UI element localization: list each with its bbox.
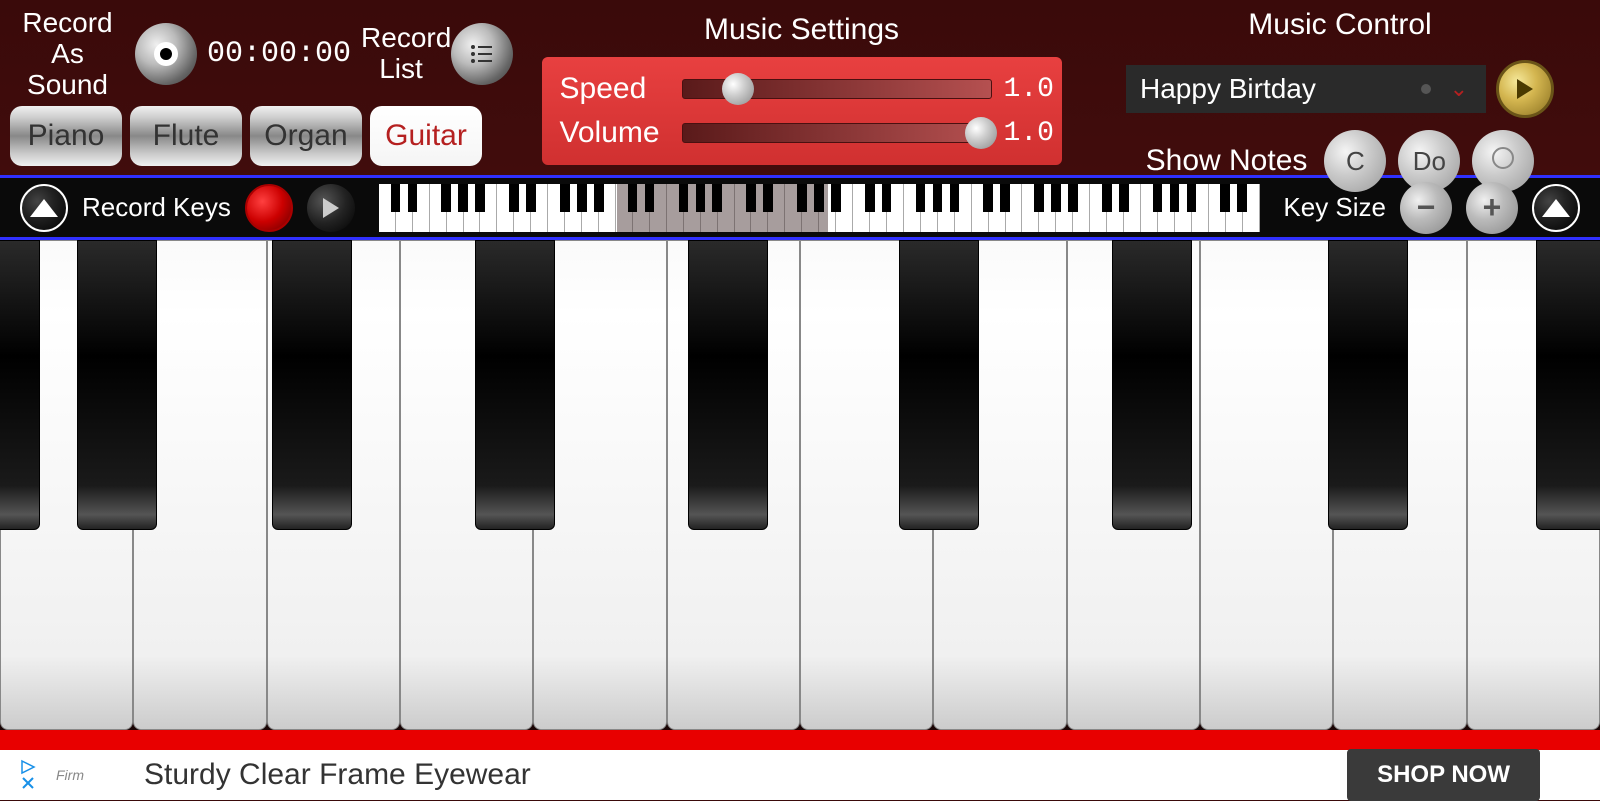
instrument-flute[interactable]: Flute <box>130 106 242 166</box>
speed-slider[interactable] <box>682 79 992 99</box>
black-key[interactable] <box>272 240 352 530</box>
key-size-minus-button[interactable]: − <box>1400 182 1452 234</box>
scroll-right-button[interactable] <box>1532 184 1580 232</box>
ad-play-icon <box>20 759 36 775</box>
ad-logo: Firm <box>56 767 84 783</box>
play-icon <box>1517 79 1533 99</box>
arrow-up-icon <box>1542 199 1570 217</box>
music-control-row: Happy Birtday ⌄ <box>1126 60 1554 118</box>
key-size-plus-button[interactable]: + <box>1466 182 1518 234</box>
left-controls: Record As Sound 00:00:00 Record List Pia… <box>10 8 513 167</box>
record-row: Record As Sound 00:00:00 Record List <box>10 8 513 100</box>
black-key[interactable] <box>77 240 157 530</box>
record-dot-icon <box>153 41 179 67</box>
black-key[interactable] <box>1112 240 1192 530</box>
music-control-panel: Music Control Happy Birtday ⌄ Show Notes… <box>1090 8 1590 167</box>
play-icon <box>323 198 339 218</box>
ad-text[interactable]: Sturdy Clear Frame Eyewear <box>144 758 1347 792</box>
shop-now-button[interactable]: SHOP NOW <box>1347 749 1540 801</box>
speed-slider-row: Speed 1.0 <box>560 67 1044 111</box>
music-control-title: Music Control <box>1248 8 1431 42</box>
song-dropdown[interactable]: Happy Birtday ⌄ <box>1126 65 1486 113</box>
volume-value: 1.0 <box>1004 118 1044 149</box>
black-key[interactable] <box>0 240 40 530</box>
record-sound-label: Record As Sound <box>10 8 125 100</box>
black-key[interactable] <box>475 240 555 530</box>
record-list-button[interactable] <box>451 23 513 85</box>
black-key[interactable] <box>1536 240 1600 530</box>
song-name: Happy Birtday <box>1140 73 1316 105</box>
ad-choices[interactable] <box>20 759 36 791</box>
scroll-left-button[interactable] <box>20 184 68 232</box>
volume-thumb[interactable] <box>965 117 997 149</box>
main-keyboard <box>0 240 1600 730</box>
ad-banner: Firm Sturdy Clear Frame Eyewear SHOP NOW <box>0 730 1600 800</box>
volume-label: Volume <box>560 116 670 150</box>
top-toolbar: Record As Sound 00:00:00 Record List Pia… <box>0 0 1600 175</box>
instrument-row: Piano Flute Organ Guitar <box>10 106 513 166</box>
arrow-up-icon <box>30 199 58 217</box>
key-size-label: Key Size <box>1283 192 1386 223</box>
record-list-label: Record List <box>361 23 441 85</box>
ad-close-icon[interactable] <box>20 775 36 791</box>
speed-value: 1.0 <box>1004 74 1044 105</box>
speed-label: Speed <box>560 72 670 106</box>
instrument-guitar[interactable]: Guitar <box>370 106 482 166</box>
black-key[interactable] <box>688 240 768 530</box>
chevron-down-icon: ⌄ <box>1450 76 1468 102</box>
song-status-dot-icon <box>1421 84 1431 94</box>
record-keys-button[interactable] <box>245 184 293 232</box>
note-c-button[interactable]: C <box>1324 130 1386 192</box>
list-icon <box>470 44 494 64</box>
mini-keyboard-overview[interactable] <box>379 184 1260 232</box>
instrument-piano[interactable]: Piano <box>10 106 122 166</box>
play-keys-button[interactable] <box>307 184 355 232</box>
slider-panel: Speed 1.0 Volume 1.0 <box>542 57 1062 165</box>
white-key[interactable] <box>1200 240 1333 730</box>
speed-thumb[interactable] <box>722 73 754 105</box>
record-sound-button[interactable] <box>135 23 197 85</box>
play-song-button[interactable] <box>1496 60 1554 118</box>
black-key[interactable] <box>1328 240 1408 530</box>
black-key[interactable] <box>899 240 979 530</box>
circle-icon <box>1490 145 1516 171</box>
volume-slider-row: Volume 1.0 <box>560 111 1044 155</box>
show-notes-label: Show Notes <box>1146 144 1308 178</box>
music-settings-panel: Music Settings Speed 1.0 Volume 1.0 <box>523 8 1080 167</box>
volume-slider[interactable] <box>682 123 992 143</box>
instrument-organ[interactable]: Organ <box>250 106 362 166</box>
timer-display: 00:00:00 <box>207 37 351 71</box>
music-settings-title: Music Settings <box>704 13 899 47</box>
note-blank-button[interactable] <box>1472 130 1534 192</box>
record-keys-label: Record Keys <box>82 192 231 223</box>
